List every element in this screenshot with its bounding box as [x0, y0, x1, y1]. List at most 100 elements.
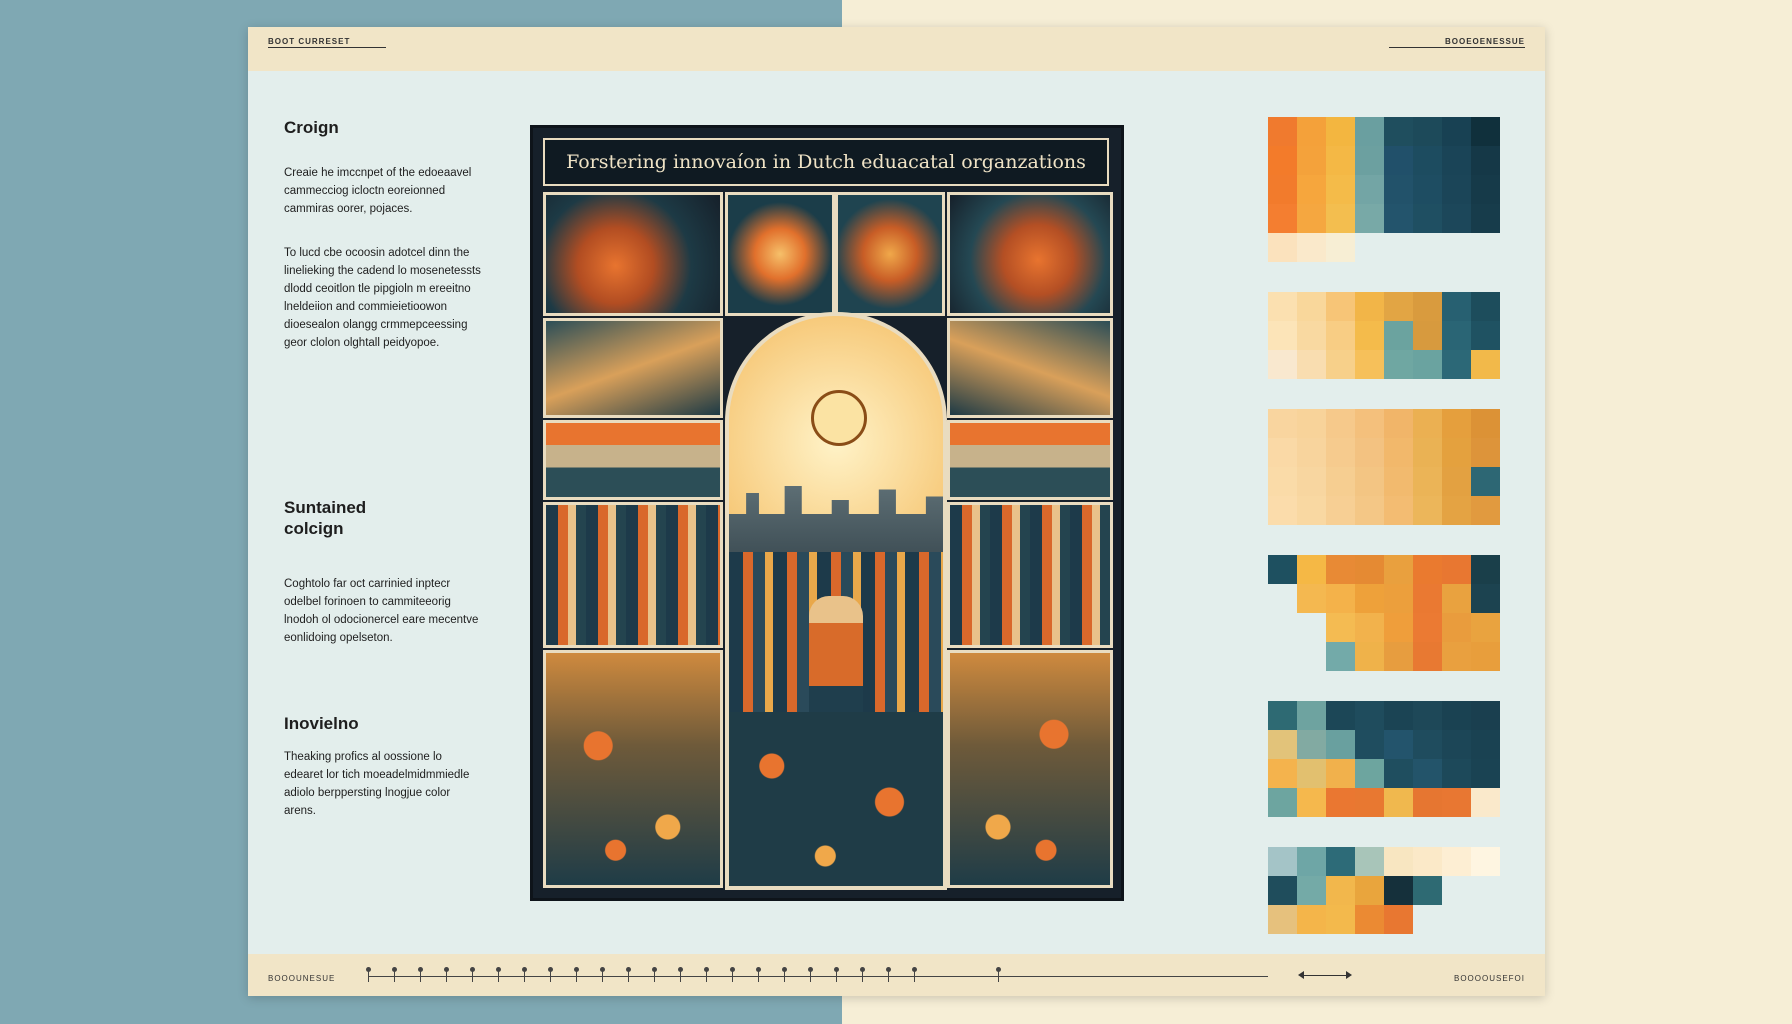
- palette-swatch: [1355, 788, 1384, 817]
- art-panel-top-right-center: [835, 192, 945, 316]
- palette-swatch: [1297, 117, 1326, 146]
- palette-swatch: [1442, 438, 1471, 467]
- layout-sheet: BOOT CURRESET BOOEOENESSUE Croign Creaie…: [248, 27, 1545, 996]
- palette-swatch: [1384, 350, 1413, 379]
- palette-swatch: [1355, 905, 1384, 934]
- palette-swatch: [1355, 321, 1384, 350]
- palette-swatch: [1268, 117, 1297, 146]
- palette-swatch: [1355, 847, 1384, 876]
- palette-swatch: [1442, 847, 1471, 876]
- ruler-tick: [912, 967, 917, 982]
- header-left-code: BOOT CURRESET: [268, 37, 351, 46]
- palette-swatch: [1326, 613, 1355, 642]
- ruler-tick: [652, 967, 657, 982]
- palette-swatch: [1384, 876, 1413, 905]
- art-panel-mid-left-2: [543, 420, 723, 500]
- palette-swatch: [1355, 350, 1384, 379]
- flower-garden: [729, 712, 943, 886]
- sun-icon: [811, 390, 867, 446]
- palette-swatch: [1326, 905, 1355, 934]
- palette-swatch: [1471, 847, 1500, 876]
- footer-right-code: BOOOOUSEFOI: [1453, 974, 1525, 983]
- palette-swatch: [1326, 496, 1355, 525]
- palette-swatch: [1384, 613, 1413, 642]
- header-bar: BOOT CURRESET BOOEOENESSUE: [248, 27, 1545, 71]
- palette-swatch: [1297, 233, 1326, 262]
- art-panel-mid-left-1: [543, 318, 723, 418]
- ruler-tick: [678, 967, 683, 982]
- palette-swatch: [1297, 409, 1326, 438]
- palette-swatch: [1471, 730, 1500, 759]
- palette-swatch: [1268, 788, 1297, 817]
- palette-swatch: [1268, 496, 1297, 525]
- palette-swatch: [1413, 759, 1442, 788]
- footer-bar: BOOOUNESUE BOOOOUSEFOI: [248, 954, 1545, 996]
- header-left-rule: [268, 47, 386, 48]
- palette-swatch: [1471, 233, 1500, 262]
- palette-swatch: [1268, 613, 1297, 642]
- ruler-line: [368, 976, 1268, 977]
- palette-swatch: [1297, 730, 1326, 759]
- palette-swatch: [1384, 496, 1413, 525]
- footer-left-code: BOOOUNESUE: [268, 974, 336, 983]
- palette-swatch: [1355, 701, 1384, 730]
- ruler-tick: [730, 967, 735, 982]
- ruler-tick: [496, 967, 501, 982]
- palette-swatch: [1326, 292, 1355, 321]
- art-panel-bottom-right: [947, 650, 1113, 888]
- palette-swatch: [1471, 905, 1500, 934]
- ruler-tick: [444, 967, 449, 982]
- palette-swatch: [1326, 788, 1355, 817]
- palette-swatch: [1442, 146, 1471, 175]
- section-inovielno: Inovielno Theaking profics al oossione l…: [284, 713, 484, 820]
- palette-swatch: [1413, 847, 1442, 876]
- palette-swatch: [1355, 117, 1384, 146]
- palette-swatch: [1384, 905, 1413, 934]
- palette-swatch: [1413, 788, 1442, 817]
- palette-swatch: [1268, 876, 1297, 905]
- palette-swatch: [1326, 204, 1355, 233]
- palette-swatch: [1268, 759, 1297, 788]
- section-heading: Inovielno: [284, 714, 359, 733]
- palette-swatch: [1355, 613, 1384, 642]
- palette-swatch: [1384, 642, 1413, 671]
- palette-swatch: [1326, 233, 1355, 262]
- palette-swatch: [1442, 613, 1471, 642]
- palette-swatch: [1297, 321, 1326, 350]
- palette-swatch: [1384, 555, 1413, 584]
- palette-swatch: [1297, 204, 1326, 233]
- palette-swatch: [1297, 905, 1326, 934]
- palette-swatch: [1442, 233, 1471, 262]
- palette-swatch: [1297, 759, 1326, 788]
- palette-swatch: [1413, 146, 1442, 175]
- palette-swatch: [1384, 788, 1413, 817]
- palette-swatch: [1442, 730, 1471, 759]
- palette-swatch: [1268, 409, 1297, 438]
- palette-swatch: [1413, 876, 1442, 905]
- palette-swatch: [1471, 292, 1500, 321]
- ruler-tick: [704, 967, 709, 982]
- palette-swatch: [1413, 175, 1442, 204]
- palette-swatch: [1413, 321, 1442, 350]
- palette-swatch: [1326, 555, 1355, 584]
- palette-swatch: [1297, 292, 1326, 321]
- palette-swatch: [1442, 642, 1471, 671]
- palette-swatch: [1268, 847, 1297, 876]
- section-heading: Croign: [284, 118, 339, 137]
- ruler-tick: [808, 967, 813, 982]
- palette-swatch: [1471, 642, 1500, 671]
- palette-swatch: [1442, 759, 1471, 788]
- stained-glass-artwork: Forstering innovaíon in Dutch eduacatal …: [530, 125, 1124, 901]
- palette-swatch: [1297, 701, 1326, 730]
- palette-swatch: [1413, 117, 1442, 146]
- palette-swatch: [1471, 204, 1500, 233]
- section-paragraph: Theaking profics al oossione lo edearet …: [284, 751, 470, 817]
- palette-swatch: [1326, 117, 1355, 146]
- palette-swatch: [1442, 555, 1471, 584]
- palette-swatch: [1413, 496, 1442, 525]
- ruler-tick: [756, 967, 761, 982]
- section-paragraph: To lucd cbe ocoosin adotcel dinn the lin…: [284, 247, 481, 349]
- ruler: [366, 962, 1268, 988]
- double-arrow-icon: [1298, 971, 1352, 979]
- palette-swatch: [1355, 467, 1384, 496]
